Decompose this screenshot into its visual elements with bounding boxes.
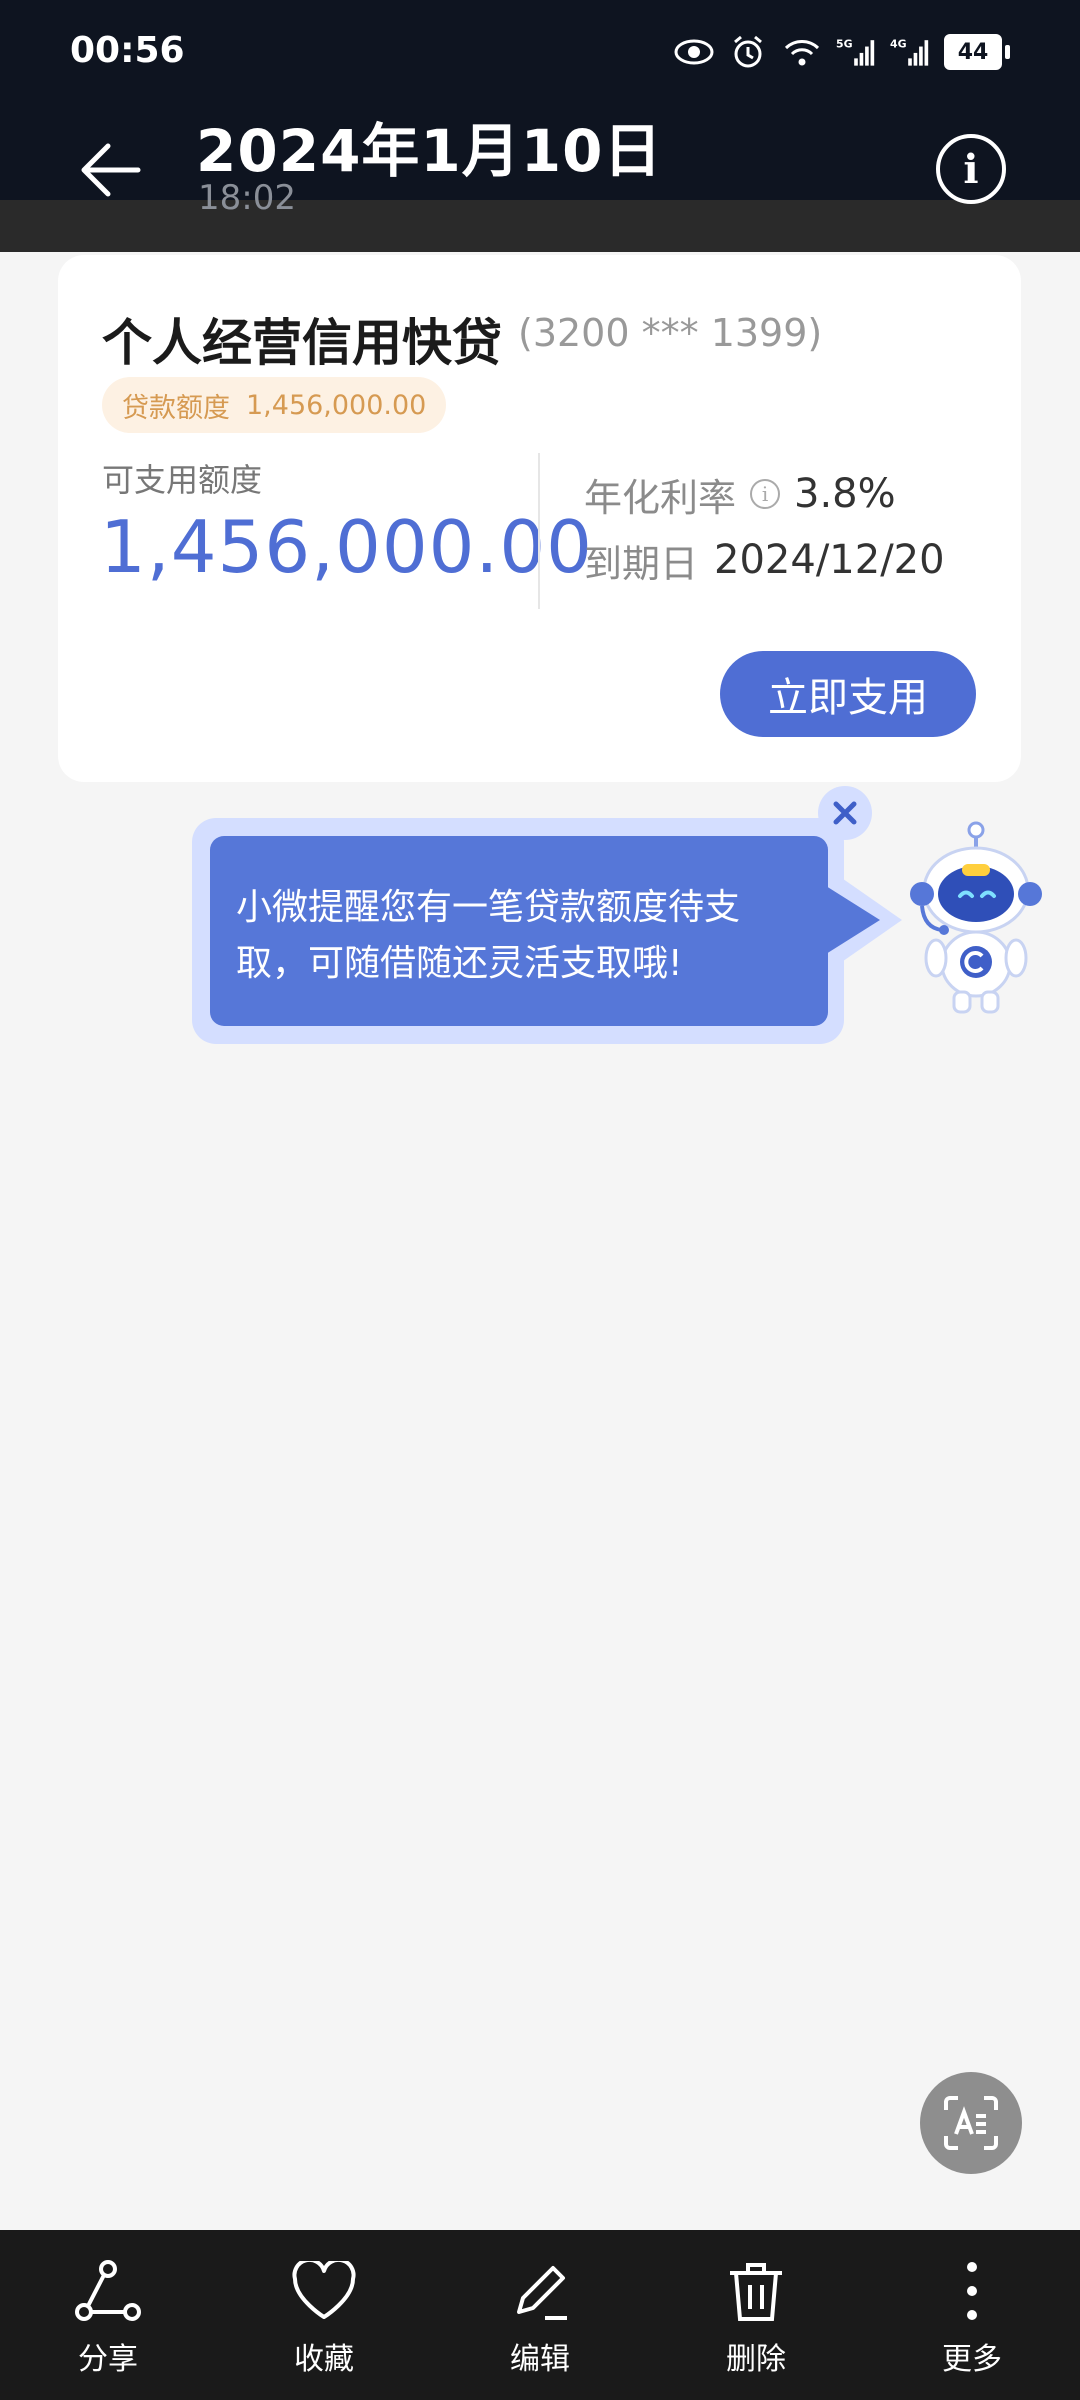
edit-icon (505, 2256, 575, 2326)
due-date-value: 2024/12/20 (714, 537, 945, 583)
tooltip-tail (826, 886, 880, 954)
status-icons: 5G 4G 44 (674, 28, 1010, 76)
more-button[interactable]: 更多 (902, 2230, 1042, 2400)
delete-button[interactable]: 删除 (686, 2230, 826, 2400)
status-time: 00:56 (70, 30, 185, 71)
trash-icon (721, 2256, 791, 2326)
due-date-row: 到期日 2024/12/20 (584, 535, 945, 586)
eye-icon (674, 32, 714, 72)
edit-label: 编辑 (510, 2342, 570, 2377)
text-recognition-button[interactable] (920, 2072, 1022, 2174)
more-label: 更多 (942, 2342, 1002, 2377)
share-icon (73, 2256, 143, 2326)
alarm-icon (728, 32, 768, 72)
back-button[interactable] (70, 130, 150, 210)
bottom-action-bar: 分享 收藏 编辑 删除 更多 (0, 2230, 1080, 2400)
top-bar-shadow (0, 200, 1080, 252)
svg-text:5G: 5G (836, 37, 853, 50)
rate-label: 年化利率 (584, 475, 737, 520)
page-subtitle-time: 18:02 (198, 178, 296, 218)
svg-text:4G: 4G (890, 37, 907, 50)
quota-tag-label: 贷款额度 (122, 392, 230, 424)
rate-value: 3.8% (794, 471, 896, 517)
use-now-button[interactable]: 立即支用 (720, 651, 976, 737)
favorite-label: 收藏 (294, 2342, 354, 2377)
tooltip-bubble[interactable]: 小微提醒您有一笔贷款额度待支 取，可随借随还灵活支取哦! (210, 836, 828, 1026)
more-icon (937, 2256, 1007, 2326)
edit-button[interactable]: 编辑 (470, 2230, 610, 2400)
battery-level: 44 (944, 34, 1002, 70)
loan-account-number: (3200 *** 1399) (518, 311, 823, 355)
info-button[interactable]: i (936, 134, 1006, 204)
tooltip-close-button[interactable] (818, 786, 872, 840)
battery-icon: 44 (944, 34, 1010, 70)
available-amount: 1,456,000.00 (100, 505, 593, 589)
page-title: 2024年1月10日 (196, 117, 663, 185)
quota-tag-value: 1,456,000.00 (246, 389, 427, 421)
loan-product-name: 个人经营信用快贷 (102, 314, 502, 372)
tooltip-line-1: 小微提醒您有一笔贷款额度待支 (236, 887, 741, 928)
arrow-left-icon (81, 143, 141, 197)
delete-label: 删除 (726, 2342, 786, 2377)
info-icon: i (963, 145, 979, 193)
heart-icon (289, 2256, 359, 2326)
favorite-button[interactable]: 收藏 (254, 2230, 394, 2400)
wifi-icon (782, 32, 822, 72)
share-label: 分享 (78, 2342, 138, 2377)
tooltip-line-2: 取，可随借随还灵活支取哦! (236, 943, 683, 984)
signal-4g-icon: 4G (890, 32, 930, 72)
divider (538, 453, 540, 609)
share-button[interactable]: 分享 (38, 2230, 178, 2400)
screen: 00:56 5G 4G 44 2024年1月10日 18:02 i 个人经营信用… (0, 0, 1080, 2400)
close-icon (833, 801, 857, 825)
signal-5g-icon: 5G (836, 32, 876, 72)
available-label: 可支用额度 (102, 461, 263, 499)
due-date-label: 到期日 (584, 541, 699, 586)
loan-card: 个人经营信用快贷 (3200 *** 1399) 贷款额度 1,456,000.… (58, 255, 1021, 782)
scan-text-icon (944, 2096, 998, 2150)
rate-info-icon[interactable]: i (750, 479, 781, 509)
robot-mascot-icon[interactable] (906, 818, 1046, 1018)
quota-tag: 贷款额度 1,456,000.00 (102, 377, 447, 433)
rate-row: 年化利率 i 3.8% (584, 469, 896, 520)
